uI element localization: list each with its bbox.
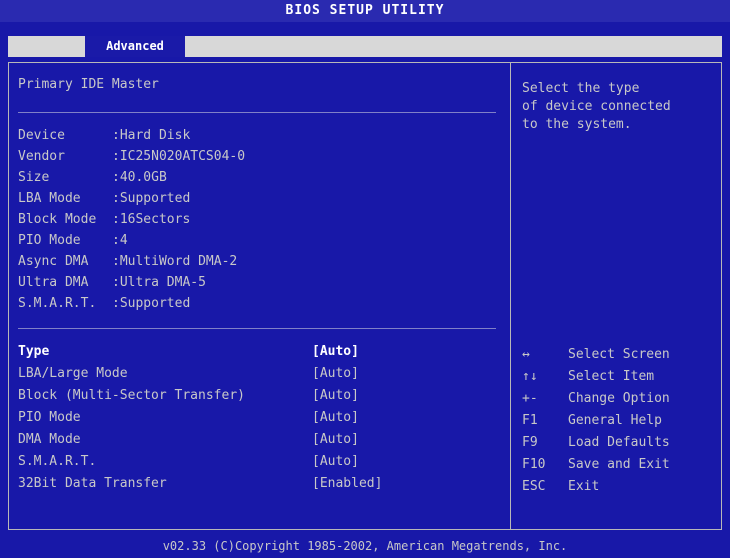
option-label: DMA Mode <box>18 432 81 447</box>
help-text: Select the type of device connected to t… <box>522 81 671 132</box>
device-info-row: Size :40.0GB <box>18 168 167 188</box>
device-info-row: Vendor :IC25N020ATCS04-0 <box>18 147 245 167</box>
key-legend-key: ESC <box>522 479 546 494</box>
device-info-label: S.M.A.R.T. <box>18 296 97 311</box>
device-info-value: :IC25N020ATCS04-0 <box>112 149 246 164</box>
device-info-label: Ultra DMA <box>18 275 89 290</box>
option-label: Block (Multi-Sector Transfer) <box>18 388 245 403</box>
key-legend-action: Select Screen <box>568 347 670 362</box>
option-label: PIO Mode <box>18 410 81 425</box>
key-legend-row: ↔ Select Screen <box>522 344 722 366</box>
device-info-label: LBA Mode <box>18 191 81 206</box>
device-info-row: Ultra DMA :Ultra DMA-5 <box>18 273 206 293</box>
key-legend-row: +- Change Option <box>522 388 722 410</box>
key-legend-action: Load Defaults <box>568 435 670 450</box>
device-info-label: Device <box>18 128 65 143</box>
option-label: LBA/Large Mode <box>18 366 128 381</box>
option-row[interactable]: PIO Mode [Auto] <box>18 408 498 428</box>
key-legend-row: F1 General Help <box>522 410 722 432</box>
key-legend-row: F9 Load Defaults <box>522 432 722 454</box>
key-legend-row: F10 Save and Exit <box>522 454 722 476</box>
key-legend-action: Save and Exit <box>568 457 670 472</box>
key-legend-action: Select Item <box>568 369 655 384</box>
option-label: 32Bit Data Transfer <box>18 476 167 491</box>
key-legend-action: Exit <box>568 479 600 494</box>
separator-mid <box>18 328 496 329</box>
device-info-value: :Supported <box>112 296 191 311</box>
option-row[interactable]: Type [Auto] <box>18 342 498 362</box>
key-legend-key: F9 <box>522 435 538 450</box>
key-legend-row: ↑↓ Select Item <box>522 366 722 388</box>
device-info-value: :Hard Disk <box>112 128 191 143</box>
option-value[interactable]: [Auto] <box>312 452 359 472</box>
device-info-value: :4 <box>112 233 128 248</box>
key-legend-key: ↑↓ <box>522 369 538 384</box>
device-info-row: PIO Mode :4 <box>18 231 128 251</box>
option-label: Type <box>18 344 50 359</box>
device-info-label: PIO Mode <box>18 233 81 248</box>
device-info-value: :Supported <box>112 191 191 206</box>
key-legend-key: F10 <box>522 457 546 472</box>
separator-top <box>18 112 496 113</box>
left-pane: Primary IDE Master <box>18 74 498 96</box>
device-info-label: Vendor <box>18 149 65 164</box>
device-info-row: Async DMA :MultiWord DMA-2 <box>18 252 237 272</box>
option-row[interactable]: 32Bit Data Transfer [Enabled] <box>18 474 498 494</box>
device-info-value: :Ultra DMA-5 <box>112 275 206 290</box>
option-value[interactable]: [Auto] <box>312 408 359 428</box>
option-value[interactable]: [Auto] <box>312 364 359 384</box>
window-title: BIOS SETUP UTILITY <box>0 0 730 22</box>
section-heading: Primary IDE Master <box>18 77 159 92</box>
option-value[interactable]: [Auto] <box>312 386 359 406</box>
device-info-label: Async DMA <box>18 254 89 269</box>
device-info-row: LBA Mode :Supported <box>18 189 190 209</box>
key-legend-key: ↔ <box>522 347 530 362</box>
option-value[interactable]: [Auto] <box>312 342 359 362</box>
key-legend-action: Change Option <box>568 391 670 406</box>
key-legend-row: ESC Exit <box>522 476 722 498</box>
tab-advanced[interactable]: Advanced <box>85 36 185 57</box>
option-value[interactable]: [Enabled] <box>312 474 382 494</box>
device-info-value: :40.0GB <box>112 170 167 185</box>
device-info-row: S.M.A.R.T. :Supported <box>18 294 190 314</box>
key-legend: ↔ Select Screen ↑↓ Select Item +- Change Opti… <box>522 344 722 498</box>
option-row[interactable]: S.M.A.R.T. [Auto] <box>18 452 498 472</box>
option-row[interactable]: LBA/Large Mode [Auto] <box>18 364 498 384</box>
option-label: S.M.A.R.T. <box>18 454 97 469</box>
key-legend-key: +- <box>522 391 538 406</box>
footer-copyright: v02.33 (C)Copyright 1985-2002, American … <box>162 539 568 553</box>
key-legend-key: F1 <box>522 413 538 428</box>
option-value[interactable]: [Auto] <box>312 430 359 450</box>
device-info-row: Device :Hard Disk <box>18 126 190 146</box>
device-info-value: :16Sectors <box>112 212 191 227</box>
device-info-row: Block Mode :16Sectors <box>18 210 190 230</box>
option-row[interactable]: Block (Multi-Sector Transfer) [Auto] <box>18 386 498 406</box>
key-legend-action: General Help <box>568 413 662 428</box>
device-info-label: Block Mode <box>18 212 97 227</box>
device-info-value: :MultiWord DMA-2 <box>112 254 238 269</box>
panel-divider <box>510 62 511 530</box>
option-row[interactable]: DMA Mode [Auto] <box>18 430 498 450</box>
device-info-label: Size <box>18 170 50 185</box>
